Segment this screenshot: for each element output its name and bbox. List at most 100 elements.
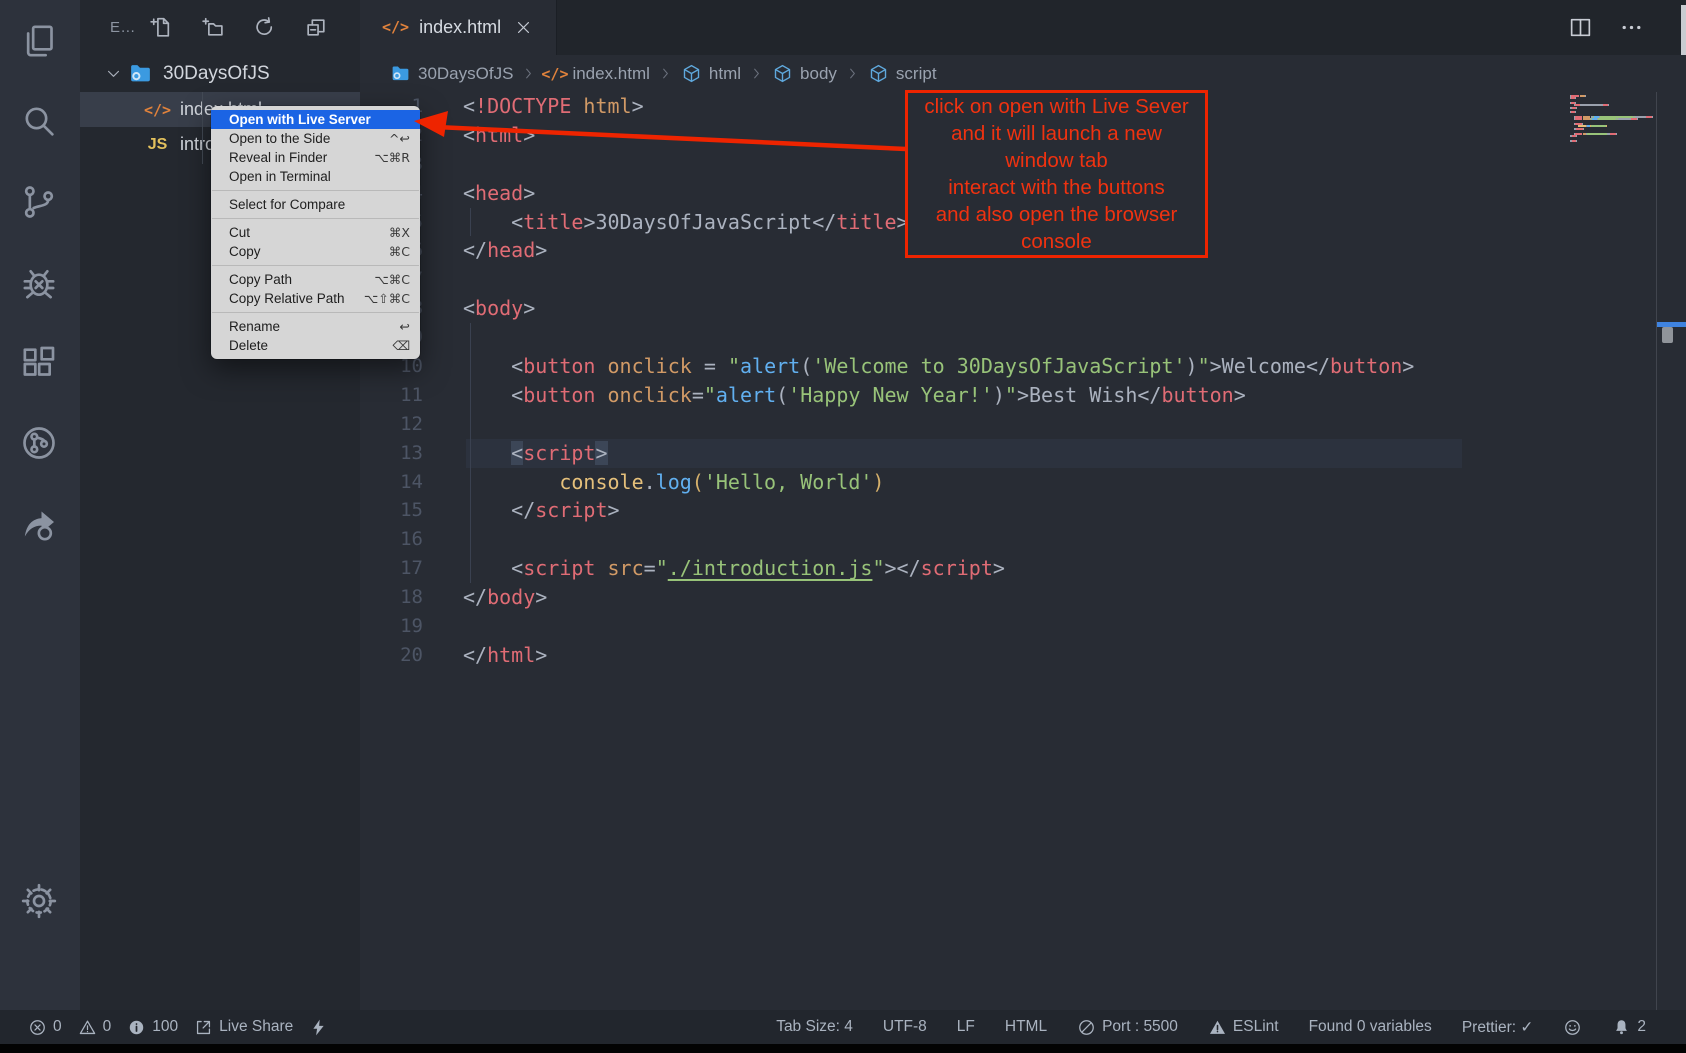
- code-line-18[interactable]: 18</body>: [360, 583, 1686, 612]
- context-menu: Open with Live ServerOpen to the Side^↩R…: [211, 106, 420, 359]
- scrollbar-thumb[interactable]: [1662, 327, 1673, 343]
- menu-item-select-for-compare[interactable]: Select for Compare: [211, 195, 420, 214]
- code-line-20[interactable]: 20</html>: [360, 641, 1686, 670]
- code-line-9[interactable]: 9: [360, 323, 1686, 352]
- menu-item-delete[interactable]: Delete⌫: [211, 336, 420, 355]
- code-line-16[interactable]: 16: [360, 525, 1686, 554]
- explorer-icon[interactable]: [17, 19, 61, 63]
- breadcrumb-label: html: [709, 64, 741, 84]
- menu-item-shortcut: ↩: [400, 317, 410, 336]
- live-share-icon: [194, 1018, 213, 1037]
- tree-indent-guide: [202, 92, 203, 164]
- code-text: <button onclick="alert('Happy New Year!'…: [463, 381, 1686, 410]
- new-file-icon[interactable]: [148, 15, 173, 40]
- status-feedback[interactable]: [1563, 1018, 1582, 1037]
- tree-folder-30daysofjs[interactable]: 30DaysOfJS: [80, 55, 360, 92]
- menu-item-reveal-in-finder[interactable]: Reveal in Finder⌥⌘R: [211, 148, 420, 167]
- tab-label: index.html: [419, 17, 501, 38]
- status-label: Found 0 variables: [1309, 1018, 1432, 1036]
- status-warnings[interactable]: 0: [78, 1018, 112, 1037]
- status-tab-size[interactable]: Tab Size: 4: [776, 1018, 853, 1036]
- menu-item-label: Cut: [229, 223, 250, 242]
- annotation-text-line: click on open with Live Sever: [908, 93, 1205, 120]
- breadcrumb-item-body[interactable]: body: [772, 63, 837, 84]
- html-file-icon: </>: [544, 63, 565, 84]
- code-line-13[interactable]: 13 <script>: [360, 439, 1686, 468]
- tab-index-html[interactable]: </> index.html: [360, 0, 557, 55]
- breadcrumb-item-script[interactable]: script: [868, 63, 937, 84]
- collapse-all-icon[interactable]: [304, 15, 329, 40]
- status-label: UTF-8: [883, 1018, 927, 1036]
- status-eol[interactable]: LF: [957, 1018, 975, 1036]
- code-line-17[interactable]: 17 <script src="./introduction.js"></scr…: [360, 554, 1686, 583]
- status-label: Tab Size: 4: [776, 1018, 853, 1036]
- breadcrumb-label: body: [800, 64, 837, 84]
- status-variables[interactable]: Found 0 variables: [1309, 1018, 1432, 1036]
- breadcrumb-item-30daysofjs[interactable]: 30DaysOfJS: [390, 63, 513, 84]
- menu-item-copy-path[interactable]: Copy Path⌥⌘C: [211, 270, 420, 289]
- code-line-15[interactable]: 15 </script>: [360, 496, 1686, 525]
- code-line-12[interactable]: 12: [360, 410, 1686, 439]
- refresh-icon[interactable]: [252, 15, 277, 40]
- menu-item-open-to-the-side[interactable]: Open to the Side ^↩: [211, 129, 420, 148]
- cube-icon: [868, 63, 889, 84]
- breadcrumb-item-html[interactable]: html: [681, 63, 741, 84]
- extensions-icon[interactable]: [17, 341, 61, 385]
- new-folder-icon[interactable]: [200, 15, 225, 40]
- menu-item-copy[interactable]: Copy⌘C: [211, 242, 420, 261]
- line-number: 20: [360, 641, 455, 670]
- menu-item-label: Copy Relative Path: [229, 289, 345, 308]
- settings-icon[interactable]: [17, 879, 61, 923]
- breadcrumb-item-index-html[interactable]: </>index.html: [544, 63, 649, 84]
- status-info-count[interactable]: 100: [127, 1018, 178, 1037]
- menu-item-open-with-live-server[interactable]: Open with Live Server: [211, 110, 420, 129]
- search-icon[interactable]: [17, 99, 61, 143]
- close-icon[interactable]: [515, 19, 532, 36]
- status-eslint[interactable]: ESLint: [1208, 1018, 1279, 1037]
- js-file-icon: JS: [145, 134, 170, 156]
- menu-item-label: Open to the Side: [229, 129, 330, 148]
- status-notifications[interactable]: 2: [1612, 1018, 1646, 1037]
- chevron-down-icon[interactable]: [105, 65, 122, 82]
- menu-item-open-in-terminal[interactable]: Open in Terminal: [211, 167, 420, 186]
- minimap[interactable]: [1570, 95, 1654, 142]
- status-encoding[interactable]: UTF-8: [883, 1018, 927, 1036]
- code-line-8[interactable]: 8<body>: [360, 294, 1686, 323]
- status-lightning[interactable]: [309, 1018, 328, 1037]
- status-language-mode[interactable]: HTML: [1005, 1018, 1047, 1036]
- code-line-10[interactable]: 10 <button onclick = "alert('Welcome to …: [360, 352, 1686, 381]
- window-bottom-edge: [0, 1044, 1686, 1053]
- status-live-share[interactable]: Live Share: [194, 1018, 293, 1037]
- code-line-7[interactable]: 7: [360, 265, 1686, 294]
- gitlens-icon[interactable]: [17, 421, 61, 465]
- menu-item-copy-relative-path[interactable]: Copy Relative Path⌥⇧⌘C: [211, 289, 420, 308]
- status-label: ESLint: [1233, 1018, 1279, 1036]
- code-text: <script src="./introduction.js"></script…: [463, 554, 1686, 583]
- menu-item-label: Reveal in Finder: [229, 148, 327, 167]
- code-text: [463, 612, 1686, 641]
- code-line-11[interactable]: 11 <button onclick="alert('Happy New Yea…: [360, 381, 1686, 410]
- status-label: HTML: [1005, 1018, 1047, 1036]
- breadcrumb-separator-icon: [521, 66, 536, 81]
- live-share-icon[interactable]: [17, 502, 61, 546]
- status-errors[interactable]: 0: [28, 1018, 62, 1037]
- code-text: [463, 525, 1686, 554]
- menu-item-shortcut: ^↩: [389, 129, 410, 148]
- source-control-icon[interactable]: [17, 180, 61, 224]
- menu-item-rename[interactable]: Rename↩: [211, 317, 420, 336]
- status-label: 0: [53, 1018, 62, 1036]
- split-editor-icon[interactable]: [1568, 15, 1593, 40]
- menu-item-label: Select for Compare: [229, 195, 345, 214]
- breadcrumb-separator-icon: [658, 66, 673, 81]
- status-port[interactable]: Port : 5500: [1077, 1018, 1178, 1037]
- more-actions-icon[interactable]: [1619, 15, 1644, 40]
- status-prettier[interactable]: Prettier: ✓: [1462, 1018, 1534, 1037]
- status-bar: 00 100 Live Share Tab Size: 4 UTF-8 LF HTML Po…: [0, 1010, 1686, 1044]
- menu-item-label: Open in Terminal: [229, 167, 331, 186]
- code-text: [463, 410, 1686, 439]
- code-text: console.log('Hello, World'): [463, 468, 1686, 497]
- code-line-14[interactable]: 14 console.log('Hello, World'): [360, 468, 1686, 497]
- debug-icon[interactable]: [17, 261, 61, 305]
- menu-item-cut[interactable]: Cut⌘X: [211, 223, 420, 242]
- code-line-19[interactable]: 19: [360, 612, 1686, 641]
